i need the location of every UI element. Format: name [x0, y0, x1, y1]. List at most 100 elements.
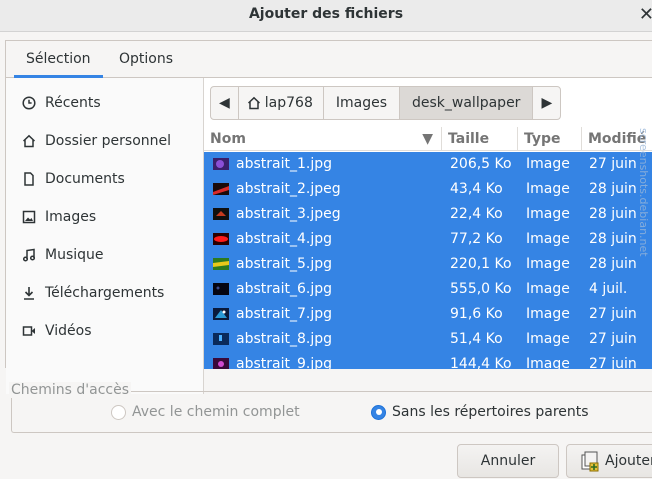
- radio-indicator: [111, 404, 126, 420]
- sidebar-item-downloads[interactable]: Téléchargements: [6, 274, 204, 312]
- file-modified: 27 juin: [589, 156, 637, 172]
- file-row[interactable]: abstrait_8.jpg 51,4 Ko Image 27 juin: [204, 327, 652, 352]
- file-thumbnail: [213, 158, 229, 170]
- watermark: screenshots.debian.net: [637, 128, 650, 257]
- sidebar-item-home[interactable]: Dossier personnel: [6, 122, 204, 160]
- path-segment-label: Images: [335, 95, 387, 111]
- home-icon: [21, 134, 37, 148]
- file-thumbnail: [213, 183, 229, 195]
- tab-bar: Sélection Options: [6, 41, 652, 78]
- file-type: Image: [526, 306, 570, 322]
- download-icon: [21, 286, 37, 300]
- clock-icon: [21, 96, 37, 110]
- file-size: 91,6 Ko: [450, 306, 503, 322]
- file-name: abstrait_4.jpg: [236, 231, 332, 247]
- file-name: abstrait_3.jpeg: [236, 206, 341, 222]
- file-modified: 27 juin: [589, 356, 637, 369]
- file-type: Image: [526, 281, 570, 297]
- file-row[interactable]: abstrait_5.jpg 220,1 Ko Image 28 juin: [204, 252, 652, 277]
- path-segment-label: desk_wallpaper: [412, 95, 521, 111]
- file-modified: 27 juin: [589, 306, 637, 322]
- file-modified: 4 juil.: [589, 281, 628, 297]
- file-size: 22,4 Ko: [450, 206, 503, 222]
- window-title: Ajouter des fichiers: [248, 6, 404, 22]
- cancel-button[interactable]: Annuler: [457, 444, 559, 478]
- places-sidebar: Récents Dossier personnel Documents Imag…: [6, 78, 204, 394]
- path-back-button[interactable]: ◀: [211, 87, 239, 119]
- radio-no-parent-dirs[interactable]: Sans les répertoires parents: [371, 404, 589, 420]
- file-name: abstrait_8.jpg: [236, 331, 332, 347]
- file-row[interactable]: abstrait_9.jpg 144,4 Ko Image 27 juin: [204, 352, 652, 369]
- file-size: 144,4 Ko: [450, 356, 512, 369]
- tab-selection[interactable]: Sélection: [14, 41, 103, 78]
- file-size: 555,0 Ko: [450, 281, 512, 297]
- sidebar-item-label: Musique: [45, 247, 104, 263]
- file-row[interactable]: abstrait_1.jpg 206,5 Ko Image 27 juin: [204, 152, 652, 177]
- sidebar-item-music[interactable]: Musique: [6, 236, 204, 274]
- sidebar-item-label: Documents: [45, 171, 125, 187]
- radio-label: Avec le chemin complet: [132, 404, 300, 420]
- path-segment-current[interactable]: desk_wallpaper: [400, 87, 534, 119]
- add-files-icon: [579, 450, 601, 472]
- file-type: Image: [526, 356, 570, 369]
- file-size: 77,2 Ko: [450, 231, 503, 247]
- column-label: Nom: [210, 131, 246, 147]
- file-name: abstrait_9.jpg: [236, 356, 332, 369]
- file-thumbnail: [213, 208, 229, 220]
- file-size: 43,4 Ko: [450, 181, 503, 197]
- file-type: Image: [526, 156, 570, 172]
- titlebar: Ajouter des fichiers ✕: [0, 0, 652, 32]
- image-icon: [21, 210, 37, 224]
- music-icon: [21, 248, 37, 262]
- file-size: 51,4 Ko: [450, 331, 503, 347]
- path-segment-images[interactable]: Images: [324, 87, 400, 119]
- file-row[interactable]: abstrait_4.jpg 77,2 Ko Image 28 juin: [204, 227, 652, 252]
- file-thumbnail: [213, 333, 229, 345]
- sort-arrow-icon: ▼: [422, 131, 433, 147]
- file-type: Image: [526, 231, 570, 247]
- path-bar: ◀ lap768 Images desk_wallpaper ▶: [210, 86, 562, 120]
- file-row[interactable]: abstrait_6.jpg 555,0 Ko Image 4 juil.: [204, 277, 652, 302]
- file-modified: 28 juin: [589, 181, 637, 197]
- file-row[interactable]: abstrait_3.jpeg 22,4 Ko Image 28 juin: [204, 202, 652, 227]
- file-thumbnail: [213, 358, 229, 369]
- sidebar-item-label: Vidéos: [45, 323, 92, 339]
- add-button[interactable]: Ajouter: [566, 444, 652, 478]
- sidebar-item-label: Dossier personnel: [45, 133, 172, 149]
- column-size-header[interactable]: Taille: [442, 127, 518, 151]
- file-modified: 28 juin: [589, 206, 637, 222]
- radio-indicator: [371, 404, 386, 420]
- sidebar-item-images[interactable]: Images: [6, 198, 204, 236]
- home-icon: [247, 96, 261, 110]
- path-segment-label: lap768: [264, 95, 313, 111]
- radio-full-path[interactable]: Avec le chemin complet: [111, 404, 300, 420]
- file-size: 220,1 Ko: [450, 256, 512, 272]
- file-size: 206,5 Ko: [450, 156, 512, 172]
- file-thumbnail: [213, 283, 229, 295]
- close-icon[interactable]: ✕: [639, 4, 652, 25]
- file-row[interactable]: abstrait_2.jpeg 43,4 Ko Image 28 juin: [204, 177, 652, 202]
- chevron-right-icon: ▶: [541, 95, 553, 111]
- sidebar-item-label: Récents: [45, 95, 101, 111]
- add-button-label: Ajouter: [605, 453, 652, 469]
- path-segment-home[interactable]: lap768: [239, 87, 324, 119]
- column-header: Nom ▼ Taille Type Modifié: [204, 127, 652, 151]
- file-list: Nom ▼ Taille Type Modifié abstrait_1.jpg…: [204, 127, 652, 369]
- sidebar-item-documents[interactable]: Documents: [6, 160, 204, 198]
- file-name: abstrait_7.jpg: [236, 306, 332, 322]
- file-thumbnail: [213, 308, 229, 320]
- column-type-header[interactable]: Type: [518, 127, 582, 151]
- tab-options[interactable]: Options: [107, 41, 185, 78]
- path-forward-button[interactable]: ▶: [533, 87, 560, 119]
- file-type: Image: [526, 206, 570, 222]
- file-type: Image: [526, 181, 570, 197]
- file-modified: 28 juin: [589, 256, 637, 272]
- sidebar-item-label: Téléchargements: [45, 285, 165, 301]
- document-icon: [21, 172, 37, 186]
- sidebar-item-recent[interactable]: Récents: [6, 84, 204, 122]
- file-modified: 28 juin: [589, 231, 637, 247]
- file-row[interactable]: abstrait_7.jpg 91,6 Ko Image 27 juin: [204, 302, 652, 327]
- file-name: abstrait_5.jpg: [236, 256, 332, 272]
- sidebar-item-videos[interactable]: Vidéos: [6, 312, 204, 350]
- column-name-header[interactable]: Nom ▼: [204, 127, 442, 151]
